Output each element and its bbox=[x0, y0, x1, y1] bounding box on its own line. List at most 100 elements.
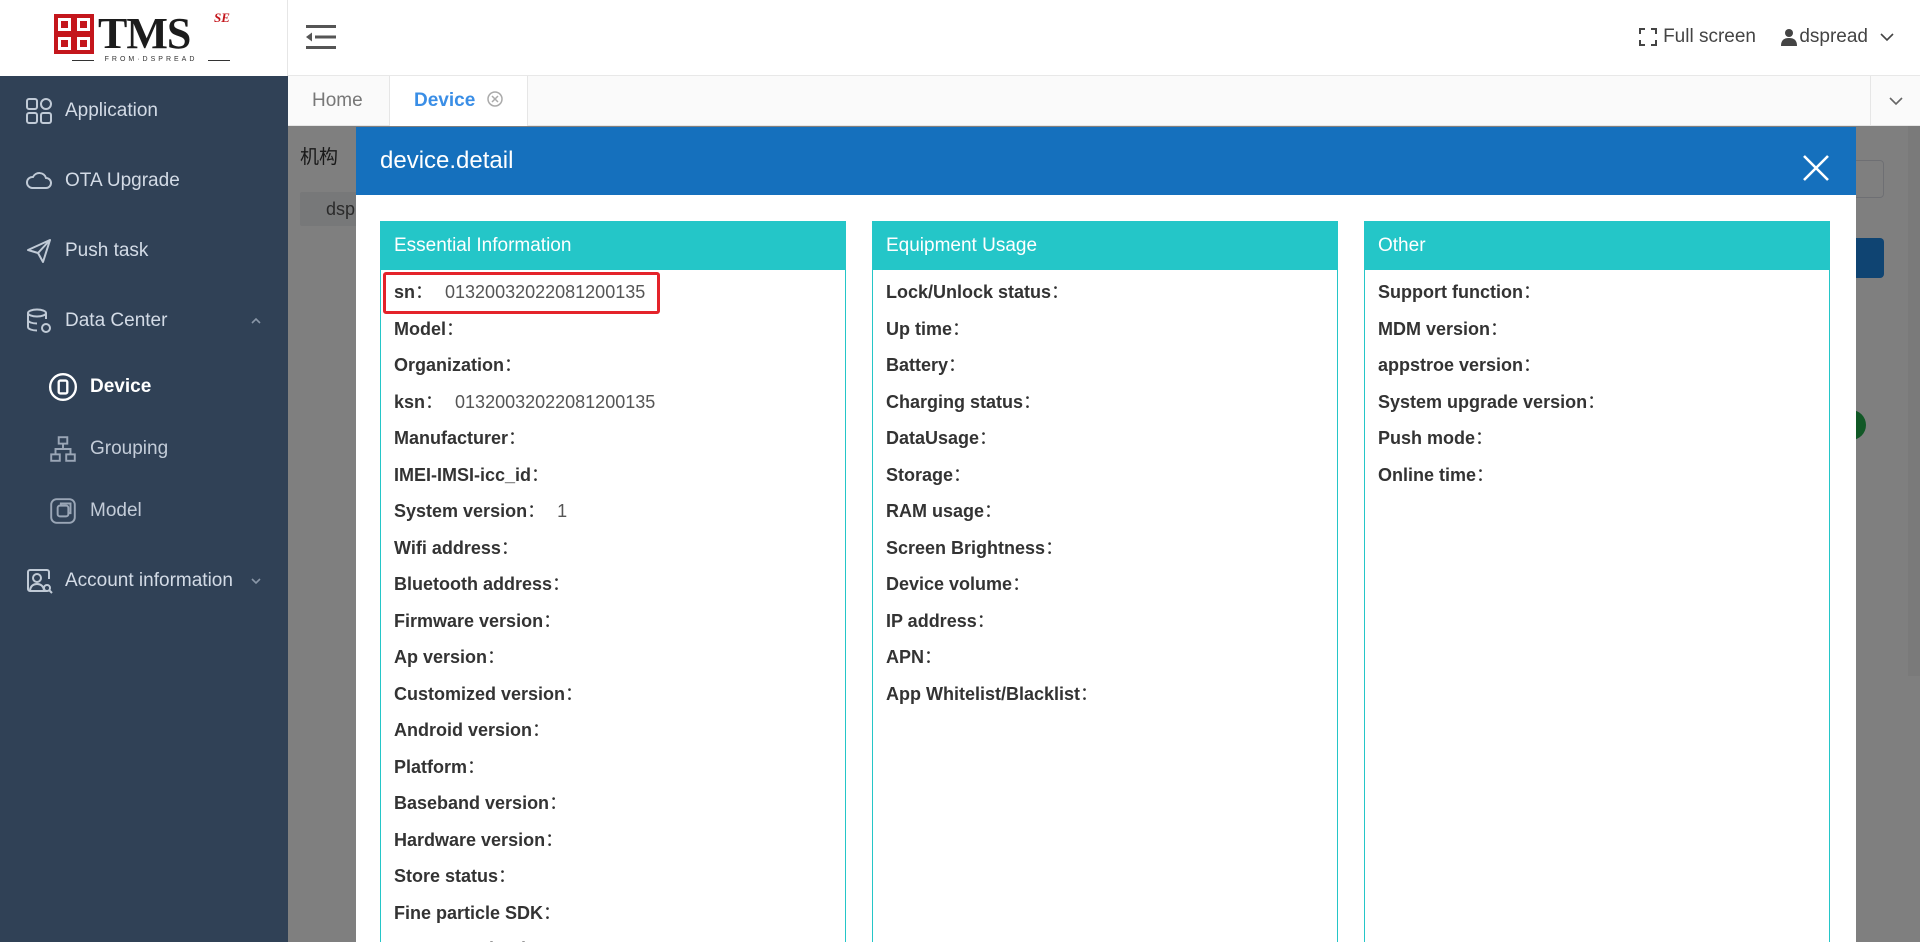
detail-row: RAM usage： bbox=[886, 493, 1337, 530]
detail-row: Battery： bbox=[886, 347, 1337, 384]
detail-row: Screen Brightness： bbox=[886, 530, 1337, 567]
sidebar-item-application[interactable]: Application bbox=[0, 76, 288, 146]
detail-key: Lock/Unlock status bbox=[886, 282, 1052, 302]
detail-separator: ： bbox=[552, 574, 571, 594]
chevron-up-icon bbox=[251, 317, 261, 324]
detail-row: Wifi address： bbox=[394, 530, 845, 567]
detail-key: Charging status bbox=[886, 391, 1024, 412]
detail-row: ksn： 01320032022081200135 bbox=[394, 384, 845, 421]
sidebar: TMS SE FROM·DSPREAD Application OTA Upgr… bbox=[0, 0, 288, 942]
detail-separator: ： bbox=[1475, 428, 1494, 448]
sidebar-menu: Application OTA Upgrade Push task Data C… bbox=[0, 76, 288, 616]
tags-view: Home Device bbox=[288, 76, 1920, 126]
detail-key: APN bbox=[886, 647, 925, 667]
detail-row: MDM version： bbox=[1378, 311, 1829, 348]
dialog-title: device.detail bbox=[380, 147, 514, 174]
detail-separator: ： bbox=[446, 318, 464, 339]
sidebar-item-label: Account information bbox=[65, 570, 233, 591]
detail-separator: ： bbox=[952, 318, 971, 339]
detail-separator: ： bbox=[953, 464, 972, 485]
detail-key: sn bbox=[394, 282, 416, 302]
sidebar-item-label: Model bbox=[90, 500, 142, 521]
logo-text: TMS bbox=[98, 9, 191, 58]
sidebar-item-device[interactable]: Device bbox=[0, 356, 288, 418]
tab-device[interactable]: Device bbox=[389, 76, 528, 126]
detail-separator: ： bbox=[487, 647, 506, 667]
detail-value: 01320032022081200135 bbox=[455, 391, 656, 412]
detail-row: Bluetooth address： bbox=[394, 566, 845, 603]
detail-separator: ： bbox=[1476, 464, 1495, 485]
detail-row: Manufacturer： bbox=[394, 420, 845, 457]
sidebar-item-label: OTA Upgrade bbox=[65, 170, 180, 191]
detail-separator: ： bbox=[979, 428, 998, 448]
detail-separator: ： bbox=[1080, 683, 1099, 704]
menu-fold-icon[interactable] bbox=[306, 24, 336, 50]
detail-row: Online time： bbox=[1378, 457, 1829, 494]
detail-key: Up time bbox=[886, 318, 953, 339]
detail-value: 1 bbox=[557, 501, 568, 521]
fullscreen-button[interactable]: Full screen bbox=[1639, 26, 1756, 48]
detail-key: Manufacturer bbox=[394, 428, 509, 448]
detail-key: Platform bbox=[394, 756, 468, 777]
panel-title: Essential Information bbox=[381, 222, 845, 270]
detail-key: Push mode bbox=[1378, 428, 1476, 448]
detail-separator: ： bbox=[549, 793, 568, 813]
logo-tagline: FROM·DSPREAD bbox=[72, 56, 230, 63]
user-icon bbox=[1781, 29, 1798, 46]
chevron-down-icon bbox=[1888, 97, 1903, 106]
detail-separator: ： bbox=[1012, 574, 1031, 594]
tab-home[interactable]: Home bbox=[288, 76, 387, 126]
sidebar-item-push-task[interactable]: Push task bbox=[0, 216, 288, 286]
detail-key: App Whitelist/Blacklist bbox=[886, 683, 1081, 704]
detail-key: IP address bbox=[886, 610, 977, 631]
panel-rows: sn： 01320032022081200135 Model： Organizatio… bbox=[381, 270, 845, 942]
detail-separator: ： bbox=[425, 391, 444, 412]
sidebar-item-data-center[interactable]: Data Center bbox=[0, 286, 288, 356]
detail-separator: ： bbox=[527, 501, 546, 521]
close-icon[interactable] bbox=[1802, 154, 1830, 182]
user-menu[interactable]: dspread bbox=[1781, 26, 1894, 48]
chevron-down-icon bbox=[1880, 33, 1894, 42]
tab-label: Device bbox=[414, 90, 476, 111]
detail-row: Up time： bbox=[886, 311, 1337, 348]
detail-key: DataUsage bbox=[886, 428, 980, 448]
detail-separator: ： bbox=[531, 464, 550, 485]
detail-row: appstroe version： bbox=[1378, 347, 1829, 384]
panel-title: Equipment Usage bbox=[873, 222, 1337, 270]
detail-separator: ： bbox=[532, 720, 551, 740]
close-circle-icon[interactable] bbox=[486, 91, 503, 108]
account-icon bbox=[24, 566, 54, 596]
tags-dropdown-button[interactable] bbox=[1870, 76, 1920, 126]
detail-row: Platform： bbox=[394, 749, 845, 786]
detail-row: sn： 01320032022081200135 bbox=[383, 272, 845, 314]
sidebar-item-ota-upgrade[interactable]: OTA Upgrade bbox=[0, 146, 288, 216]
detail-row: APN： bbox=[886, 639, 1337, 676]
detail-row: Hardware version： bbox=[394, 822, 845, 859]
database-gear-icon bbox=[24, 306, 54, 336]
detail-key: Hardware version bbox=[394, 829, 546, 850]
sidebar-item-label: Data Center bbox=[65, 310, 168, 331]
detail-row: App Whitelist/Blacklist： bbox=[886, 676, 1337, 713]
detail-key: IMEI-IMSI-icc_id bbox=[394, 464, 532, 485]
sidebar-item-label: Application bbox=[65, 100, 158, 121]
sidebar-item-model[interactable]: Model bbox=[0, 480, 288, 542]
detail-key: Organization bbox=[394, 355, 505, 375]
panel-other: Other Support function： MDM version： appst… bbox=[1364, 221, 1830, 942]
detail-key: Ap version bbox=[394, 647, 488, 667]
dialog-header: device.detail bbox=[356, 127, 1856, 195]
detail-separator: ： bbox=[545, 829, 564, 850]
sidebar-item-account-information[interactable]: Account information bbox=[0, 546, 288, 616]
detail-separator: ： bbox=[467, 756, 486, 777]
sidebar-item-grouping[interactable]: Grouping bbox=[0, 418, 288, 480]
hierarchy-icon bbox=[48, 434, 78, 464]
detail-key: Wifi address bbox=[394, 537, 501, 558]
fullscreen-label: Full screen bbox=[1663, 26, 1756, 47]
detail-separator: ： bbox=[984, 501, 1003, 521]
detail-row: Store status： bbox=[394, 858, 845, 895]
detail-row: IMEI-IMSI-icc_id： bbox=[394, 457, 845, 494]
detail-separator: ： bbox=[924, 647, 943, 667]
detail-separator: ： bbox=[1051, 282, 1070, 302]
detail-key: Battery bbox=[886, 355, 949, 375]
tms-logo[interactable]: TMS SE FROM·DSPREAD bbox=[54, 10, 232, 66]
panel-rows: Support function： MDM version： appstroe ve… bbox=[1365, 270, 1829, 493]
